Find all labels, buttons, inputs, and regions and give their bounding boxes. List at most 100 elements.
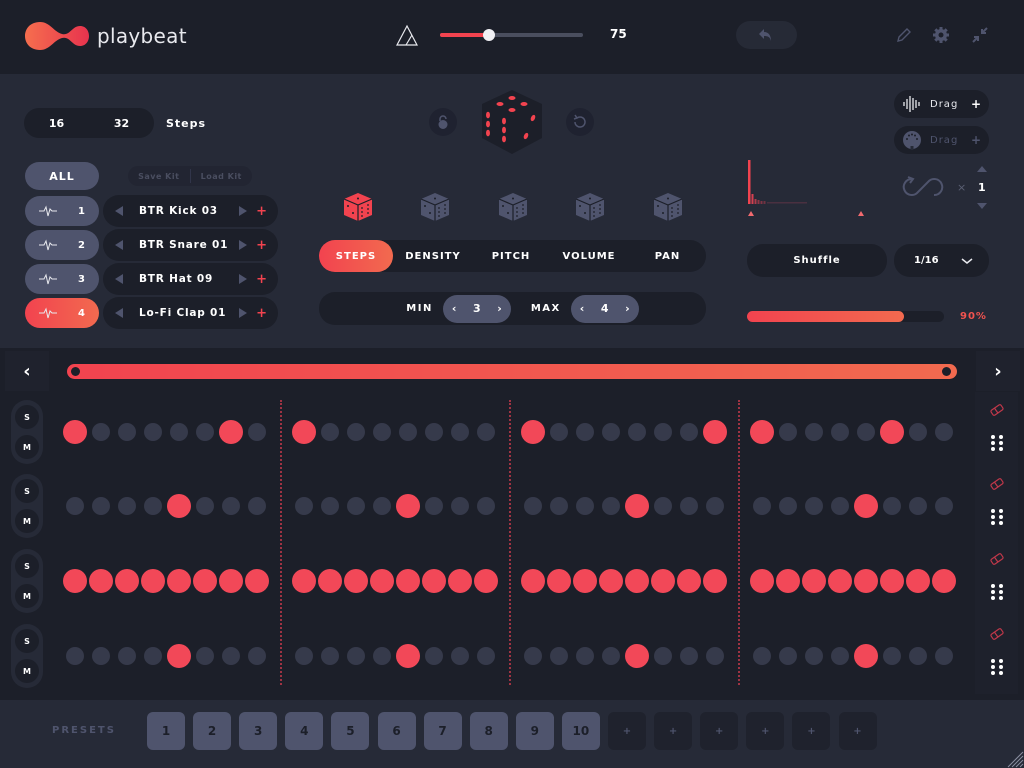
loop-icon[interactable] (900, 174, 946, 200)
step-4-27[interactable] (805, 647, 823, 665)
step-3-29[interactable] (854, 569, 878, 593)
step-4-3[interactable] (118, 647, 136, 665)
step-2-16[interactable] (477, 497, 495, 515)
step-4-8[interactable] (248, 647, 266, 665)
mute-button[interactable]: M (15, 659, 39, 683)
grid-resolution-select[interactable]: 1/16 (894, 244, 989, 277)
step-3-31[interactable] (906, 569, 930, 593)
step-1-14[interactable] (425, 423, 443, 441)
step-3-19[interactable] (573, 569, 597, 593)
clear-track-button[interactable] (985, 622, 1009, 646)
step-3-26[interactable] (776, 569, 800, 593)
loop-count-down-button[interactable] (977, 203, 987, 209)
step-4-10[interactable] (321, 647, 339, 665)
step-2-4[interactable] (144, 497, 162, 515)
step-3-3[interactable] (115, 569, 139, 593)
max-decrement-button[interactable]: ‹ (580, 302, 585, 315)
preset-slot[interactable]: 9 (515, 712, 554, 750)
step-3-4[interactable] (141, 569, 165, 593)
step-4-29[interactable] (854, 644, 878, 668)
next-sample-button[interactable] (239, 240, 248, 250)
step-4-12[interactable] (373, 647, 391, 665)
step-4-26[interactable] (779, 647, 797, 665)
preset-slot[interactable]: 6 (377, 712, 416, 750)
step-1-28[interactable] (831, 423, 849, 441)
step-3-5[interactable] (167, 569, 191, 593)
step-2-26[interactable] (779, 497, 797, 515)
step-4-9[interactable] (295, 647, 313, 665)
preset-empty-slot[interactable]: + (746, 712, 785, 750)
step-1-21[interactable] (628, 423, 646, 441)
step-2-25[interactable] (753, 497, 771, 515)
step-3-22[interactable] (651, 569, 675, 593)
step-3-9[interactable] (292, 569, 316, 593)
edit-button[interactable] (894, 25, 914, 45)
step-1-25[interactable] (750, 420, 774, 444)
load-kit-button[interactable]: Load Kit (191, 172, 253, 181)
step-4-30[interactable] (883, 647, 901, 665)
max-increment-button[interactable]: › (625, 302, 630, 315)
step-2-9[interactable] (295, 497, 313, 515)
next-sample-button[interactable] (239, 206, 248, 216)
step-4-15[interactable] (451, 647, 469, 665)
step-1-30[interactable] (880, 420, 904, 444)
step-1-32[interactable] (935, 423, 953, 441)
midi-drag-export[interactable]: Drag + (894, 126, 989, 154)
preset-empty-slot[interactable]: + (792, 712, 831, 750)
preset-slot[interactable]: 10 (561, 712, 600, 750)
step-2-6[interactable] (196, 497, 214, 515)
step-1-13[interactable] (399, 423, 417, 441)
prev-sample-button[interactable] (115, 206, 123, 216)
solo-button[interactable]: S (15, 554, 39, 578)
mute-button[interactable]: M (15, 435, 39, 459)
min-stepper[interactable]: ‹ 3 › (442, 294, 511, 323)
step-1-27[interactable] (805, 423, 823, 441)
step-1-11[interactable] (347, 423, 365, 441)
step-2-1[interactable] (66, 497, 84, 515)
step-4-28[interactable] (831, 647, 849, 665)
add-sample-button[interactable]: + (256, 204, 267, 219)
step-4-1[interactable] (66, 647, 84, 665)
prev-sample-button[interactable] (115, 274, 123, 284)
track-drag-handle[interactable] (985, 655, 1009, 679)
step-4-11[interactable] (347, 647, 365, 665)
step-1-6[interactable] (196, 423, 214, 441)
clear-track-button[interactable] (985, 547, 1009, 571)
preset-slot[interactable]: 3 (239, 712, 278, 750)
step-4-19[interactable] (576, 647, 594, 665)
undo-button[interactable] (736, 21, 797, 49)
preset-slot[interactable]: 8 (469, 712, 508, 750)
page-next-button[interactable]: › (976, 351, 1020, 391)
loop-count-up-button[interactable] (977, 166, 987, 172)
step-1-31[interactable] (909, 423, 927, 441)
next-sample-button[interactable] (239, 274, 248, 284)
step-2-30[interactable] (883, 497, 901, 515)
step-1-24[interactable] (703, 420, 727, 444)
solo-button[interactable]: S (15, 479, 39, 503)
pattern-scrollbar[interactable] (67, 364, 957, 379)
step-1-17[interactable] (521, 420, 545, 444)
reset-button[interactable] (566, 108, 594, 136)
step-2-2[interactable] (92, 497, 110, 515)
scrollbar-end-handle[interactable] (942, 367, 951, 376)
metronome-icon[interactable] (395, 24, 419, 48)
step-1-5[interactable] (170, 423, 188, 441)
step-3-32[interactable] (932, 569, 956, 593)
step-1-15[interactable] (451, 423, 469, 441)
step-3-1[interactable] (63, 569, 87, 593)
step-3-7[interactable] (219, 569, 243, 593)
tab-steps[interactable]: STEPS (319, 240, 393, 272)
page-prev-button[interactable]: ‹ (5, 351, 49, 391)
step-3-8[interactable] (245, 569, 269, 593)
step-3-13[interactable] (396, 569, 420, 593)
step-3-27[interactable] (802, 569, 826, 593)
step-2-12[interactable] (373, 497, 391, 515)
step-3-11[interactable] (344, 569, 368, 593)
step-1-22[interactable] (654, 423, 672, 441)
mute-button[interactable]: M (15, 509, 39, 533)
step-4-2[interactable] (92, 647, 110, 665)
resize-grip-icon[interactable] (1004, 748, 1024, 768)
step-1-4[interactable] (144, 423, 162, 441)
preset-slot[interactable]: 5 (331, 712, 370, 750)
step-3-12[interactable] (370, 569, 394, 593)
